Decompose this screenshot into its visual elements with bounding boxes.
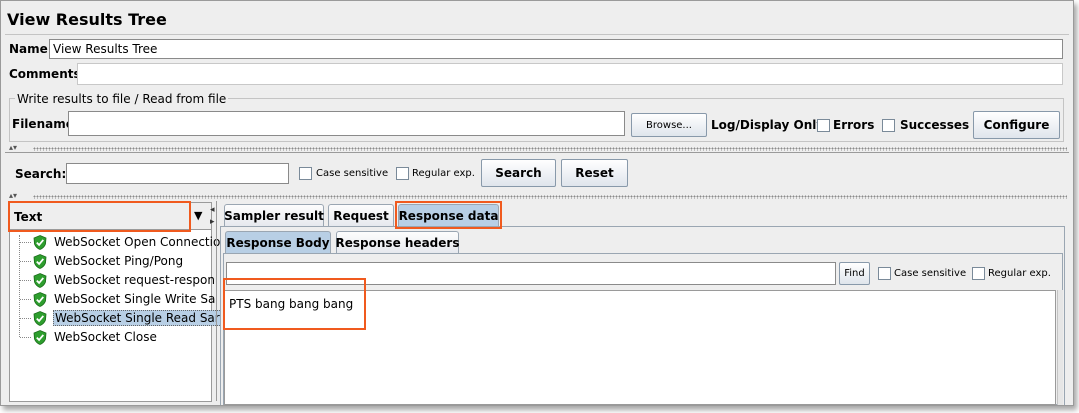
- tree-item[interactable]: WebSocket Single Read Sar: [20, 309, 222, 327]
- find-button[interactable]: Find: [839, 262, 870, 285]
- title-divider: [5, 34, 1069, 35]
- splitter-arrows-icon[interactable]: ▴▾: [9, 144, 17, 152]
- tree-connector: [20, 298, 31, 300]
- filename-label: Filename: [12, 117, 74, 131]
- tree-connector: [20, 279, 31, 281]
- search-input[interactable]: [66, 163, 289, 184]
- tab-response-headers[interactable]: Response headers: [336, 231, 459, 253]
- tree-item-label: WebSocket Single Write Sa: [54, 292, 216, 306]
- collapse-icon[interactable]: ◂ ▸: [210, 204, 215, 228]
- window: View Results Tree Name: View Results Tre…: [0, 0, 1074, 406]
- splitter-grip[interactable]: [33, 147, 1067, 151]
- tree-item-label: WebSocket Open Connectio: [54, 235, 221, 249]
- name-label: Name:: [9, 42, 53, 56]
- tree-connector: [20, 260, 31, 262]
- errors-label: Errors: [833, 118, 875, 132]
- tree-item-label: WebSocket Single Read Sar: [53, 310, 222, 326]
- name-field[interactable]: View Results Tree: [49, 39, 1063, 59]
- highlight-renderer: [8, 201, 191, 232]
- tree-item-label: WebSocket Close: [54, 330, 157, 344]
- success-shield-icon: [33, 234, 47, 250]
- success-shield-icon: [33, 329, 47, 345]
- splitter-arrows-icon-2[interactable]: ▴▾: [9, 192, 17, 200]
- search-label: Search:: [15, 167, 67, 181]
- tab-response-body[interactable]: Response Body: [225, 231, 331, 253]
- splitter-grip-2[interactable]: [33, 195, 1067, 199]
- regex-label: Regular exp.: [412, 168, 475, 179]
- response-case-sensitive-label: Case sensitive: [894, 268, 967, 279]
- vertical-splitter[interactable]: [216, 201, 219, 401]
- successes-checkbox[interactable]: [882, 119, 895, 132]
- browse-button[interactable]: Browse...: [631, 113, 707, 137]
- comments-field[interactable]: [77, 63, 1063, 85]
- response-regex-label: Regular exp.: [988, 268, 1051, 279]
- case-sensitive-label: Case sensitive: [316, 168, 389, 179]
- splitter-line: [5, 152, 1069, 153]
- page-title: View Results Tree: [7, 10, 167, 29]
- success-shield-icon: [33, 291, 47, 307]
- response-regex-checkbox[interactable]: [972, 267, 985, 280]
- tree-item[interactable]: WebSocket Single Write Sa: [20, 290, 216, 308]
- tree-connector: [20, 241, 31, 243]
- file-group-title: Write results to file / Read from file: [15, 92, 229, 106]
- tree-item[interactable]: WebSocket request-respon: [20, 271, 216, 289]
- comments-label: Comments:: [9, 67, 86, 81]
- tree-connector: [20, 336, 31, 338]
- highlight-response-tab: [395, 201, 502, 229]
- tree-connector: [20, 317, 31, 319]
- reset-button[interactable]: Reset: [561, 159, 628, 187]
- chevron-down-icon[interactable]: ▼: [194, 209, 202, 222]
- case-sensitive-checkbox[interactable]: [299, 167, 312, 180]
- tree-item[interactable]: WebSocket Close: [20, 328, 158, 346]
- filename-input[interactable]: [68, 111, 625, 136]
- errors-checkbox[interactable]: [817, 119, 830, 132]
- tree-item-label: WebSocket Ping/Pong: [54, 254, 184, 268]
- log-display-label: Log/Display Only:: [711, 118, 829, 132]
- highlight-response-body: [223, 278, 366, 330]
- tab-sampler-result[interactable]: Sampler result: [224, 204, 324, 226]
- success-shield-icon: [33, 310, 47, 326]
- successes-label: Successes: [900, 118, 970, 132]
- tab-request[interactable]: Request: [328, 204, 394, 226]
- configure-button[interactable]: Configure: [973, 111, 1060, 139]
- success-shield-icon: [33, 253, 47, 269]
- response-case-sensitive-checkbox[interactable]: [878, 267, 891, 280]
- search-button[interactable]: Search: [481, 159, 556, 187]
- response-scrollbar[interactable]: [1057, 290, 1063, 405]
- regex-checkbox[interactable]: [396, 167, 409, 180]
- tree-item-label: WebSocket request-respon: [54, 273, 215, 287]
- tree-item[interactable]: WebSocket Ping/Pong: [20, 252, 184, 270]
- tree-item[interactable]: WebSocket Open Connectio: [20, 233, 221, 251]
- success-shield-icon: [33, 272, 47, 288]
